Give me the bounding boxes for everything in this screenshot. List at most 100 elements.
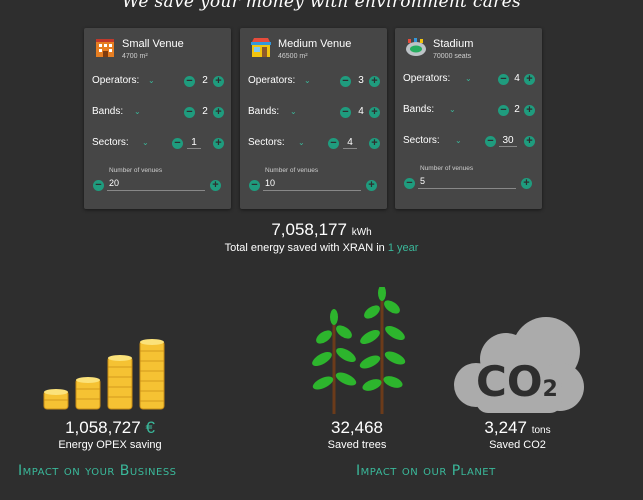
sectors-input[interactable]: 1 [187,137,201,149]
sectors-increment-button[interactable]: + [369,138,380,149]
operators-decrement-button[interactable]: − [184,76,195,87]
bands-increment-button[interactable]: + [369,107,380,118]
sectors-row: Sectors: ⌄ − 30 + [403,134,535,150]
total-energy-unit: kWh [351,227,372,238]
venue-card-medium: Medium Venue 46500 m² Operators: ⌄ − 3 +… [240,28,387,209]
operators-decrement-button[interactable]: − [340,76,351,87]
venue-area: 46500 m² [278,53,308,60]
total-energy-value: 7,058,177 [271,220,347,239]
trees-value: 32,468 [331,418,383,437]
operators-increment-button[interactable]: + [524,74,535,85]
period-link[interactable]: 1 year [388,242,419,254]
co2-cloud-icon: CO2 [450,315,585,415]
trees-icon [312,287,406,414]
bands-label: Bands: [248,106,280,117]
chevron-down-icon[interactable]: ⌄ [304,76,311,85]
venues-increment-button[interactable]: + [210,180,221,191]
venues-input[interactable]: 20 [107,178,205,191]
sectors-increment-button[interactable]: + [213,138,224,149]
bands-increment-button[interactable]: + [524,105,535,116]
co2-value: 3,247 [484,418,527,437]
sectors-decrement-button[interactable]: − [172,138,183,149]
chevron-down-icon[interactable]: ⌄ [290,107,297,116]
operators-label: Operators: [92,75,140,86]
sectors-label: Sectors: [248,137,285,148]
sectors-row: Sectors: ⌄ − 1 + [92,136,224,152]
venue-area: 4700 m² [122,53,148,60]
bands-row: Bands: ⌄ − 2 + [403,103,535,119]
bands-row: Bands: ⌄ − 2 + [92,105,224,121]
total-energy: 7,058,177 kWh [0,220,643,240]
coins-icon [43,339,165,410]
currency-symbol: € [145,418,155,437]
operators-row: Operators: ⌄ − 2 + [92,74,224,90]
operators-value: 3 [358,75,364,86]
venue-name: Stadium [433,38,474,50]
trees-label: Saved trees [327,439,387,451]
bands-label: Bands: [403,104,435,115]
operators-label: Operators: [248,75,296,86]
sectors-input[interactable]: 4 [343,137,357,149]
chevron-down-icon[interactable]: ⌄ [465,74,472,83]
sectors-row: Sectors: ⌄ − 4 + [248,136,380,152]
opex-label: Energy OPEX saving [58,439,162,451]
chevron-down-icon[interactable]: ⌄ [134,107,141,116]
venues-label: Number of venues [109,167,163,174]
bands-value: 4 [358,106,364,117]
venue-name: Medium Venue [278,38,352,50]
sectors-label: Sectors: [92,137,129,148]
venues-input[interactable]: 5 [418,176,516,189]
bands-label: Bands: [92,106,124,117]
operators-label: Operators: [403,73,451,84]
bands-decrement-button[interactable]: − [498,105,509,116]
sectors-input[interactable]: 30 [499,135,517,147]
operators-increment-button[interactable]: + [369,76,380,87]
venue-card-small: Small Venue 4700 m² Operators: ⌄ − 2 + B… [84,28,231,209]
venues-decrement-button[interactable]: − [404,178,415,189]
bands-decrement-button[interactable]: − [340,107,351,118]
operators-decrement-button[interactable]: − [498,74,509,85]
venue-name: Small Venue [122,38,184,50]
chevron-down-icon[interactable]: ⌄ [455,136,462,145]
operators-value: 4 [514,73,520,84]
co2-stat: 3,247 tons Saved CO2 [470,418,565,451]
stadium-icon [406,38,426,56]
venues-label: Number of venues [420,165,474,172]
sectors-increment-button[interactable]: + [524,136,535,147]
venues-increment-button[interactable]: + [521,178,532,189]
operators-row: Operators: ⌄ − 4 + [403,72,535,88]
venues-label: Number of venues [265,167,319,174]
chevron-down-icon[interactable]: ⌄ [298,138,305,147]
venues-input[interactable]: 10 [263,178,361,191]
operators-value: 2 [202,75,208,86]
bands-increment-button[interactable]: + [213,107,224,118]
co2-unit: tons [531,425,551,436]
chevron-down-icon[interactable]: ⌄ [148,76,155,85]
sectors-decrement-button[interactable]: − [328,138,339,149]
bands-decrement-button[interactable]: − [184,107,195,118]
store-icon [251,38,271,57]
operators-increment-button[interactable]: + [213,76,224,87]
chevron-down-icon[interactable]: ⌄ [142,138,149,147]
venue-card-stadium: Stadium 70000 seats Operators: ⌄ − 4 + B… [395,28,542,209]
chevron-down-icon[interactable]: ⌄ [449,105,456,114]
venues-decrement-button[interactable]: − [93,180,104,191]
tagline: We save your money with environment care… [122,0,521,12]
venue-capacity: 70000 seats [433,53,472,60]
co2-label: Saved CO2 [489,439,546,451]
sectors-label: Sectors: [403,135,440,146]
total-energy-text: Total energy saved with XRAN in [224,242,385,254]
opex-stat: 1,058,727 € Energy OPEX saving [40,418,180,451]
trees-stat: 32,468 Saved trees [307,418,407,451]
impact-planet-heading: Impact on our Planet [356,463,496,479]
sectors-decrement-button[interactable]: − [485,136,496,147]
operators-row: Operators: ⌄ − 3 + [248,74,380,90]
bands-value: 2 [202,106,208,117]
co2-text: CO2 [476,357,558,406]
bands-row: Bands: ⌄ − 4 + [248,105,380,121]
building-icon [96,39,114,57]
bands-value: 2 [514,104,520,115]
venues-increment-button[interactable]: + [366,180,377,191]
venues-decrement-button[interactable]: − [249,180,260,191]
total-energy-caption: Total energy saved with XRAN in 1 year [0,242,643,254]
